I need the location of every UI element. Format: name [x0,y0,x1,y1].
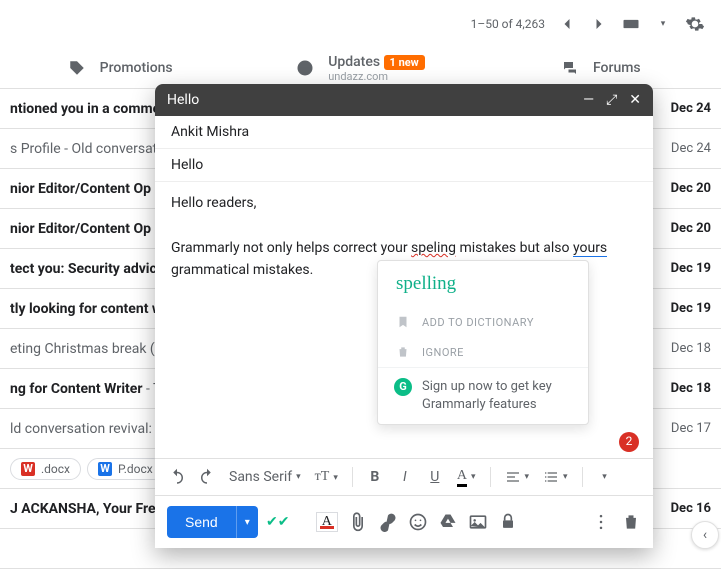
subject-field[interactable]: Hello [155,149,653,182]
more-formatting-icon[interactable]: ▾ [593,465,617,489]
send-options-button[interactable]: ▾ [236,506,258,538]
email-date: Dec 19 [651,261,711,276]
divider [490,467,491,487]
align-icon[interactable]: ▾ [501,469,534,485]
send-button-group: Send ▾ [167,506,258,538]
list-icon[interactable]: ▾ [539,469,572,485]
next-page-icon[interactable] [589,14,609,34]
email-date: Dec 20 [651,221,711,236]
discard-icon[interactable] [621,512,641,532]
divider [582,467,583,487]
tab-label: Forums [593,60,641,76]
font-selector[interactable]: Sans Serif ▾ [225,469,305,485]
attach-icon[interactable] [348,512,368,532]
link-icon[interactable] [378,512,398,532]
more-options-icon[interactable] [591,512,611,532]
emoji-icon[interactable] [408,512,428,532]
bold-icon[interactable]: B [363,465,387,489]
add-to-dictionary-button[interactable]: ADD TO DICTIONARY [378,307,588,337]
spelling-error[interactable]: speling [411,240,456,256]
divider [352,467,353,487]
send-button[interactable]: Send [167,506,236,538]
undo-icon[interactable] [165,465,189,489]
minimize-icon[interactable]: — [583,92,594,108]
tab-updates[interactable]: Updates 1 new undazz.com [240,54,480,83]
email-date: Dec 20 [651,181,711,196]
confidential-icon[interactable] [498,512,518,532]
close-icon[interactable]: ✕ [629,92,641,108]
prev-page-icon[interactable] [557,14,577,34]
compose-title: Hello [167,92,199,108]
compose-action-bar: Send ▾ ✔✔ A [155,495,653,548]
category-tabs: Promotions Updates 1 new undazz.com Foru… [0,48,721,88]
tab-sublabel: undazz.com [328,70,388,83]
underline-icon[interactable]: U [423,465,447,489]
email-date: Dec 24 [651,101,711,116]
format-toolbar: Sans Serif ▾ тT ▾ B I U A ▾ ▾ ▾ ▾ [155,458,653,495]
body-line: Hello readers, [171,192,637,214]
email-date: Dec 16 [651,501,711,516]
email-date: Dec 17 [651,421,711,436]
text-color-icon[interactable]: A ▾ [453,468,480,487]
email-date: Dec 19 [651,301,711,316]
pagination-range: 1–50 of 4,263 [471,17,545,31]
italic-icon[interactable]: I [393,465,417,489]
ignore-button[interactable]: IGNORE [378,337,588,367]
grammarly-signup[interactable]: G Sign up now to get key Grammarly featu… [378,367,588,424]
text-format-toggle-icon[interactable]: A [316,512,338,532]
tab-label: Updates [328,54,380,70]
grammarly-check-icon[interactable]: ✔✔ [268,512,288,532]
email-date: Dec 18 [651,381,711,396]
body-line: Grammarly not only helps correct your sp… [171,237,637,259]
attachment-chip[interactable]: WP.docx [87,458,164,480]
tab-promotions[interactable]: Promotions [0,59,240,77]
photo-icon[interactable] [468,512,488,532]
grammarly-count-badge[interactable]: 2 [619,432,639,452]
new-badge: 1 new [384,55,425,70]
grammarly-popup: spelling ADD TO DICTIONARY IGNORE G Sign… [377,260,589,425]
grammarly-suggestion[interactable]: spelling [378,261,588,307]
tab-label: Promotions [100,60,173,76]
compose-titlebar[interactable]: Hello — ⤢ ✕ [155,84,653,116]
email-date: Dec 24 [651,141,711,156]
to-field[interactable]: Ankit Mishra [155,116,653,149]
input-tools-icon[interactable] [621,14,641,34]
attachment-chip[interactable]: W.docx [10,458,81,480]
list-toolbar: 1–50 of 4,263 ▾ [0,0,721,48]
redo-icon[interactable] [195,465,219,489]
font-size-icon[interactable]: тT ▾ [311,469,342,485]
tab-forums[interactable]: Forums [481,59,721,77]
settings-gear-icon[interactable] [685,14,705,34]
side-panel-toggle-icon[interactable]: ‹ [691,521,719,549]
email-date: Dec 18 [651,341,711,356]
grammarly-logo-icon: G [394,378,412,396]
fullscreen-icon[interactable]: ⤢ [606,92,617,108]
grammar-error[interactable]: yours [573,240,607,257]
input-tools-caret-icon[interactable]: ▾ [653,14,673,34]
drive-icon[interactable] [438,512,458,532]
